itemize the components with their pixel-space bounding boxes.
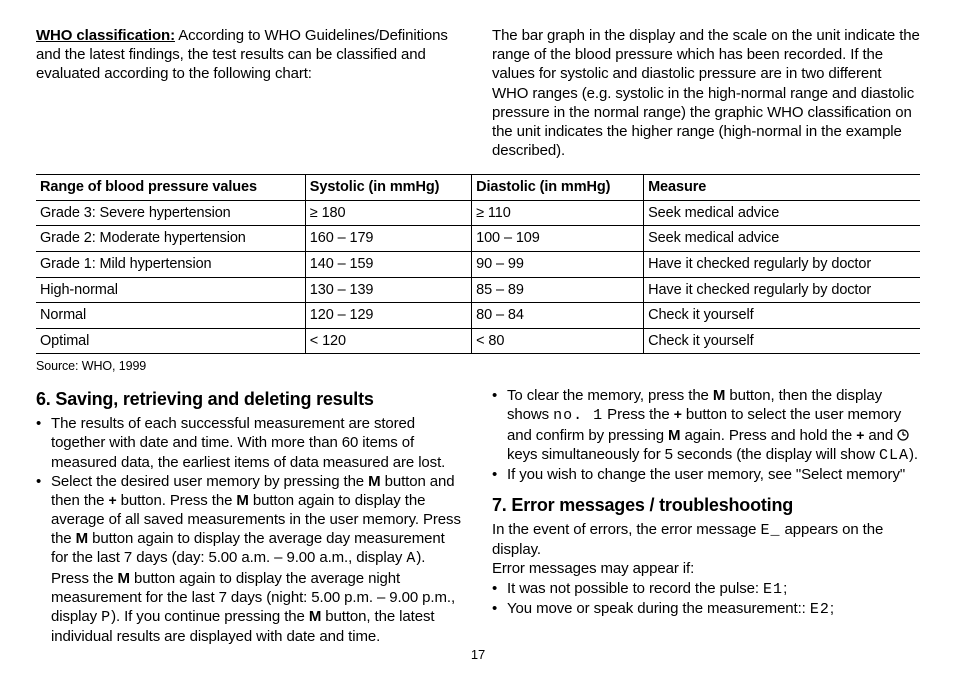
cell-measure: Have it checked regularly by doctor <box>644 251 920 277</box>
table-row: Normal 120 – 129 80 – 84 Check it yourse… <box>36 303 920 329</box>
cell-measure: Seek medical advice <box>644 226 920 252</box>
cell-measure: Seek medical advice <box>644 200 920 226</box>
cell-diastolic: 100 – 109 <box>472 226 644 252</box>
cell-measure: Check it yourself <box>644 328 920 354</box>
cell-range: High-normal <box>36 277 305 303</box>
segment-display-text: E1 <box>763 581 783 598</box>
th-range: Range of blood pressure values <box>36 175 305 201</box>
section-6-list: The results of each successful measureme… <box>36 414 464 646</box>
table-source: Source: WHO, 1999 <box>36 358 920 374</box>
who-classification-heading: WHO classification: <box>36 27 175 44</box>
cell-range: Grade 3: Severe hypertension <box>36 200 305 226</box>
cell-range: Optimal <box>36 328 305 354</box>
intro-right-body: The bar graph in the display and the sca… <box>492 27 920 159</box>
cell-range: Normal <box>36 303 305 329</box>
cell-range: Grade 1: Mild hypertension <box>36 251 305 277</box>
m-button-label: M <box>368 473 380 490</box>
m-button-label: M <box>713 387 725 404</box>
cell-measure: Check it yourself <box>644 303 920 329</box>
section-7-intro: In the event of errors, the error messag… <box>492 520 920 559</box>
m-button-label: M <box>668 427 680 444</box>
cell-systolic: < 120 <box>305 328 471 354</box>
cell-diastolic: 85 – 89 <box>472 277 644 303</box>
page: WHO classification: According to WHO Gui… <box>0 0 954 675</box>
th-systolic: Systolic (in mmHg) <box>305 175 471 201</box>
table-header-row: Range of blood pressure values Systolic … <box>36 175 920 201</box>
list-item: The results of each successful measureme… <box>51 414 464 472</box>
cell-systolic: 130 – 139 <box>305 277 471 303</box>
cell-range: Grade 2: Moderate hypertension <box>36 226 305 252</box>
segment-display-text: E_ <box>760 522 780 539</box>
who-table: Range of blood pressure values Systolic … <box>36 174 920 354</box>
list-item: If you wish to change the user memory, s… <box>507 465 920 484</box>
page-number: 17 <box>36 647 920 664</box>
section-6-list-continued: To clear the memory, press the M button,… <box>492 386 920 484</box>
section-6-title: 6. Saving, retrieving and deleting resul… <box>36 388 464 411</box>
body-columns: 6. Saving, retrieving and deleting resul… <box>36 386 920 646</box>
table-row: Grade 1: Mild hypertension 140 – 159 90 … <box>36 251 920 277</box>
segment-display-text: P <box>101 609 111 626</box>
th-diastolic: Diastolic (in mmHg) <box>472 175 644 201</box>
cell-systolic: 120 – 129 <box>305 303 471 329</box>
table-row: Grade 2: Moderate hypertension 160 – 179… <box>36 226 920 252</box>
list-item: It was not possible to record the pulse:… <box>507 579 920 599</box>
m-button-label: M <box>236 492 248 509</box>
section-7-title: 7. Error messages / troubleshooting <box>492 494 920 517</box>
cell-diastolic: < 80 <box>472 328 644 354</box>
section-7-list: It was not possible to record the pulse:… <box>492 579 920 619</box>
list-item: Select the desired user memory by pressi… <box>51 472 464 647</box>
section-7-line2: Error messages may appear if: <box>492 559 920 578</box>
segment-display-text: A <box>406 550 416 567</box>
list-item: You move or speak during the measurement… <box>507 599 920 619</box>
plus-button-label: + <box>108 493 116 507</box>
cell-measure: Have it checked regularly by doctor <box>644 277 920 303</box>
intro-left: WHO classification: According to WHO Gui… <box>36 26 464 160</box>
cell-systolic: ≥ 180 <box>305 200 471 226</box>
body-right: To clear the memory, press the M button,… <box>492 386 920 646</box>
th-measure: Measure <box>644 175 920 201</box>
m-button-label: M <box>118 570 130 587</box>
clock-icon <box>897 429 909 441</box>
cell-diastolic: 90 – 99 <box>472 251 644 277</box>
cell-systolic: 140 – 159 <box>305 251 471 277</box>
table-row: Optimal < 120 < 80 Check it yourself <box>36 328 920 354</box>
cell-diastolic: 80 – 84 <box>472 303 644 329</box>
m-button-label: M <box>309 608 321 625</box>
intro-right: The bar graph in the display and the sca… <box>492 26 920 160</box>
cell-diastolic: ≥ 110 <box>472 200 644 226</box>
intro-columns: WHO classification: According to WHO Gui… <box>36 26 920 160</box>
segment-display-text: no. 1 <box>553 407 603 424</box>
table-row: Grade 3: Severe hypertension ≥ 180 ≥ 110… <box>36 200 920 226</box>
cell-systolic: 160 – 179 <box>305 226 471 252</box>
m-button-label: M <box>76 530 88 547</box>
table-row: High-normal 130 – 139 85 – 89 Have it ch… <box>36 277 920 303</box>
segment-display-text: E2 <box>810 601 830 618</box>
body-left: 6. Saving, retrieving and deleting resul… <box>36 386 464 646</box>
plus-button-label: + <box>674 407 682 421</box>
list-item: To clear the memory, press the M button,… <box>507 386 920 465</box>
segment-display-text: CLA <box>879 447 909 464</box>
